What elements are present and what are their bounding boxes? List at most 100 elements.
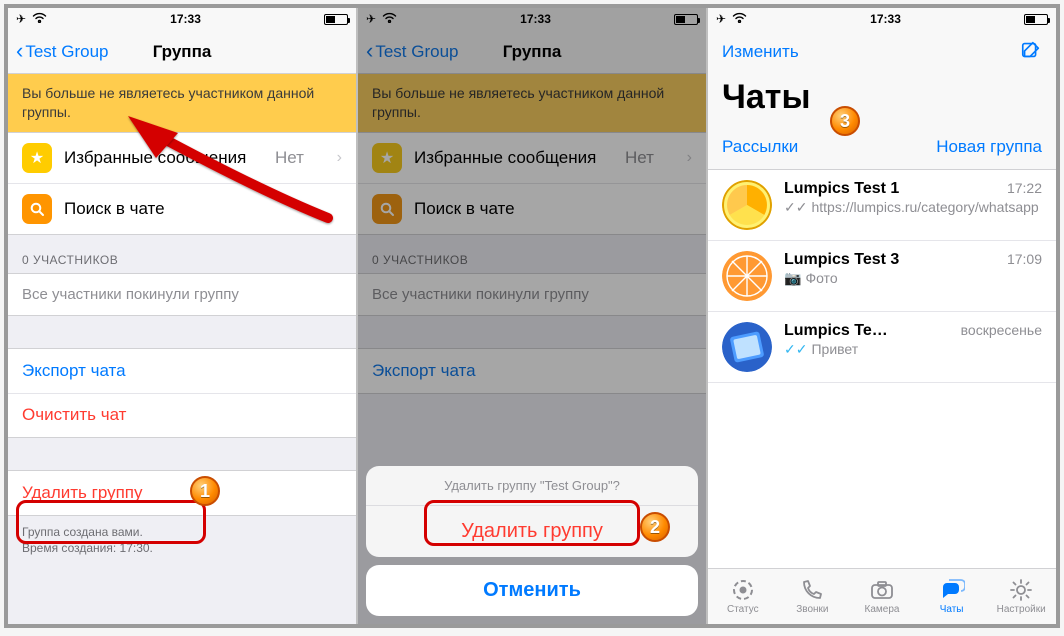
camera-icon: [869, 578, 895, 602]
status-icon: [730, 578, 756, 602]
sheet-cancel-label: Отменить: [483, 579, 581, 601]
airplane-icon: ✈︎: [716, 12, 726, 26]
chat-row[interactable]: Lumpics Test 1 17:22 ✓✓ https://lumpics.…: [708, 170, 1056, 241]
delete-group-row[interactable]: Удалить группу: [8, 471, 356, 515]
edit-button[interactable]: Изменить: [722, 42, 799, 62]
tab-label: Чаты: [940, 604, 964, 615]
delivered-ticks-icon: ✓✓: [784, 198, 807, 216]
chat-time: 17:09: [1007, 251, 1042, 267]
battery-icon: [1024, 14, 1048, 25]
chat-time: 17:22: [1007, 180, 1042, 196]
footer-line1: Группа создана вами.: [22, 525, 143, 539]
back-label: Test Group: [375, 42, 458, 62]
status-bar: ✈︎ 17:33: [8, 8, 356, 30]
starred-messages-row[interactable]: ★ Избранные сообщения Нет ›: [358, 133, 706, 183]
export-chat-row[interactable]: Экспорт чата: [8, 349, 356, 393]
tab-bar: Статус Звонки Камера Чаты Настройки: [708, 568, 1056, 624]
chat-preview: Привет: [811, 340, 858, 358]
read-ticks-icon: ✓✓: [784, 340, 807, 358]
star-icon: ★: [22, 143, 52, 173]
sheet-title: Удалить группу "Test Group"?: [366, 466, 698, 506]
starred-aux: Нет: [625, 148, 658, 168]
airplane-icon: ✈︎: [366, 12, 376, 26]
export-chat-row[interactable]: Экспорт чата: [358, 349, 706, 393]
screenshot-1: ✈︎ 17:33 ‹ Test Group Группа Вы больше н…: [8, 8, 358, 624]
avatar: [722, 180, 772, 230]
tab-label: Настройки: [997, 604, 1046, 615]
avatar: [722, 322, 772, 372]
chat-time: воскресенье: [961, 322, 1042, 338]
nav-title: Группа: [153, 42, 212, 62]
back-button[interactable]: ‹ Test Group: [366, 41, 458, 63]
chat-preview: Фото: [805, 269, 837, 287]
footer-line2: Время создания: 17:30.: [22, 541, 153, 555]
search-label: Поиск в чате: [414, 199, 515, 219]
chevron-left-icon: ‹: [366, 40, 373, 62]
action-sheet: Удалить группу "Test Group"? Удалить гру…: [366, 466, 698, 616]
camera-icon: 📷: [784, 269, 801, 287]
wifi-icon: [382, 12, 397, 26]
search-icon: [22, 194, 52, 224]
tab-calls[interactable]: Звонки: [778, 569, 848, 624]
tab-camera[interactable]: Камера: [847, 569, 917, 624]
participants-empty: Все участники покинули группу: [8, 273, 356, 316]
arrow-annotation: [108, 108, 338, 228]
tab-settings[interactable]: Настройки: [986, 569, 1056, 624]
tab-label: Звонки: [796, 604, 828, 615]
phone-icon: [799, 578, 825, 602]
back-button[interactable]: ‹ Test Group: [16, 41, 108, 63]
quick-links-row: Рассылки Новая группа: [708, 127, 1056, 170]
compose-icon: [1020, 39, 1042, 61]
participants-empty: Все участники покинули группу: [358, 273, 706, 316]
new-group-link[interactable]: Новая группа: [936, 137, 1042, 157]
gear-icon: [1008, 578, 1034, 602]
chevron-left-icon: ‹: [16, 40, 23, 62]
screenshot-2: ✈︎ 17:33 ‹ Test Group Группа Вы больше н…: [358, 8, 708, 624]
chat-title: Lumpics Test 3: [784, 251, 899, 269]
participants-header: 0 УЧАСТНИКОВ: [8, 235, 356, 273]
tab-label: Статус: [727, 604, 759, 615]
tab-label: Камера: [865, 604, 900, 615]
chat-row[interactable]: Lumpics Test 3 17:09 📷 Фото: [708, 241, 1056, 312]
step-badge-3: 3: [830, 106, 860, 136]
chat-preview: https://lumpics.ru/category/whatsapp: [811, 198, 1038, 216]
export-label: Экспорт чата: [22, 361, 126, 381]
airplane-icon: ✈︎: [16, 12, 26, 26]
page-title: Чаты: [722, 78, 811, 117]
avatar: [722, 251, 772, 301]
sheet-cancel-button[interactable]: Отменить: [366, 565, 698, 616]
nav-bar: Изменить: [708, 30, 1056, 74]
group-footer: Группа создана вами. Время создания: 17:…: [8, 516, 356, 572]
search-icon: [372, 194, 402, 224]
statusbar-time: 17:33: [870, 12, 901, 26]
chat-row[interactable]: Lumpics Te… воскресенье ✓✓ Привет: [708, 312, 1056, 383]
sheet-delete-label: Удалить группу: [461, 520, 603, 542]
compose-button[interactable]: [1020, 39, 1042, 66]
not-participant-banner: Вы больше не являетесь участником данной…: [358, 74, 706, 132]
delete-label: Удалить группу: [22, 483, 143, 503]
nav-bar: ‹ Test Group Группа: [8, 30, 356, 74]
screenshot-3: ✈︎ 17:33 Изменить Чаты 3 Рассылки Новая …: [708, 8, 1056, 624]
broadcasts-link[interactable]: Рассылки: [722, 137, 798, 157]
statusbar-time: 17:33: [170, 12, 201, 26]
page-title-row: Чаты: [708, 74, 1056, 127]
chat-list: Lumpics Test 1 17:22 ✓✓ https://lumpics.…: [708, 170, 1056, 568]
participants-header: 0 УЧАСТНИКОВ: [358, 235, 706, 273]
star-icon: ★: [372, 143, 402, 173]
chat-title: Lumpics Test 1: [784, 180, 899, 198]
clear-chat-row[interactable]: Очистить чат: [8, 393, 356, 437]
nav-title: Группа: [503, 42, 562, 62]
tab-chats[interactable]: Чаты: [917, 569, 987, 624]
step-badge-2: 2: [640, 512, 670, 542]
wifi-icon: [32, 12, 47, 26]
tab-status[interactable]: Статус: [708, 569, 778, 624]
chats-icon: [939, 578, 965, 602]
battery-icon: [324, 14, 348, 25]
step-badge-1: 1: [190, 476, 220, 506]
starred-label: Избранные сообщения: [414, 148, 596, 168]
search-in-chat-row[interactable]: Поиск в чате: [358, 183, 706, 234]
export-label: Экспорт чата: [372, 361, 476, 381]
wifi-icon: [732, 12, 747, 26]
clear-label: Очистить чат: [22, 405, 126, 425]
battery-icon: [674, 14, 698, 25]
